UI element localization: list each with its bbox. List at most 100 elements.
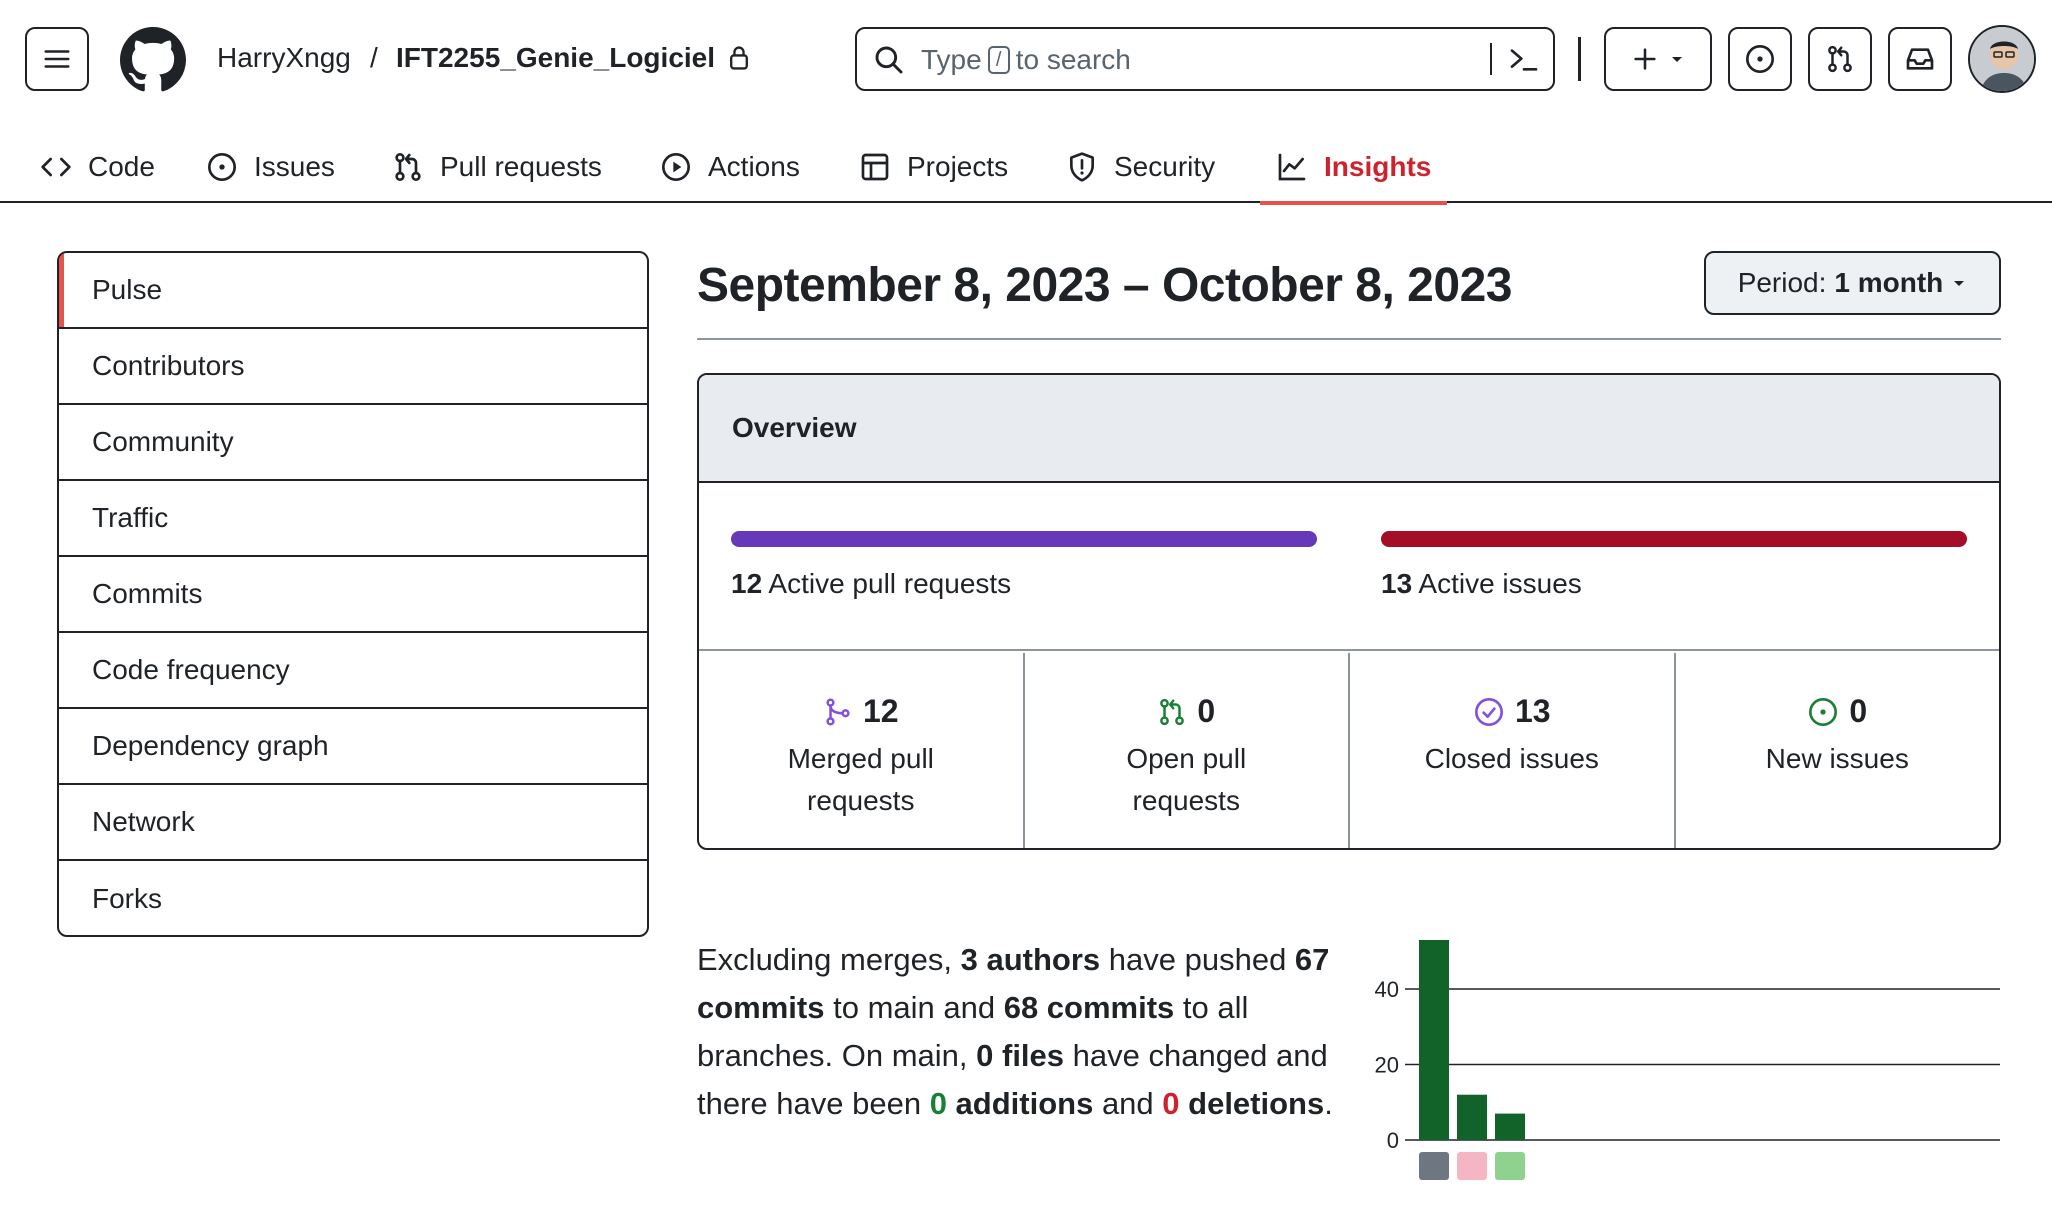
command-palette-icon[interactable] <box>1507 44 1541 76</box>
summary-additions-count: 0 <box>929 1086 947 1121</box>
stat-label: Merged pull requests <box>787 743 934 816</box>
sidebar-item-network[interactable]: Network <box>59 785 647 861</box>
insights-sidebar: Pulse Contributors Community Traffic Com… <box>57 251 649 937</box>
search-divider <box>1490 43 1492 75</box>
user-avatar[interactable] <box>1968 25 2036 93</box>
active-issues-label: Active issues <box>1418 568 1582 599</box>
git-pull-request-icon <box>1828 45 1852 73</box>
issues-button[interactable] <box>1728 27 1792 91</box>
active-issues-summary[interactable]: 13 Active issues <box>1381 568 1582 600</box>
period-value: 1 month <box>1834 267 1944 298</box>
stat-label: New issues <box>1765 743 1909 774</box>
plus-icon <box>1634 48 1656 70</box>
issue-opened-icon <box>1809 697 1838 726</box>
active-prs-label: Active pull requests <box>768 568 1012 599</box>
author-avatar <box>1419 1152 1449 1180</box>
stat-value: 13 <box>1514 693 1551 729</box>
sidebar-item-traffic[interactable]: Traffic <box>59 481 647 557</box>
issue-opened-icon <box>208 152 236 181</box>
chart-bar <box>1457 1094 1487 1140</box>
summary-text: Excluding merges, <box>697 942 961 977</box>
create-new-button[interactable] <box>1604 27 1712 91</box>
overview-box: Overview 12 Merged pull requests 0 Open … <box>697 373 2001 850</box>
triangle-down-icon <box>1672 57 1682 62</box>
overview-bars <box>699 483 1999 651</box>
repo-owner-link[interactable]: HarryXngg <box>217 42 351 74</box>
play-icon <box>662 152 690 181</box>
stat-closed-issues[interactable]: 13 Closed issues <box>1350 653 1676 848</box>
chart-tick-label: 20 <box>1375 1053 1399 1078</box>
tab-issues[interactable]: Issues <box>190 130 351 203</box>
pull-requests-button[interactable] <box>1808 27 1872 91</box>
period-label: Period: <box>1737 267 1827 298</box>
summary-files: 0 files <box>976 1038 1065 1073</box>
sidebar-item-code-frequency[interactable]: Code frequency <box>59 633 647 709</box>
active-prs-bar[interactable] <box>731 531 1317 547</box>
issue-opened-icon <box>1746 45 1774 73</box>
author-avatar <box>1457 1152 1487 1180</box>
summary-text: . <box>1324 1086 1333 1121</box>
overview-header: Overview <box>699 375 1999 483</box>
sidebar-item-dependency-graph[interactable]: Dependency graph <box>59 709 647 785</box>
period-dropdown[interactable]: Period: 1 month <box>1704 251 2001 315</box>
header-divider <box>1578 37 1581 81</box>
git-pull-request-icon <box>1160 698 1185 725</box>
chart-bar <box>1495 1113 1525 1140</box>
tab-security-label: Security <box>1114 150 1216 182</box>
title-divider <box>697 338 2001 340</box>
shield-icon <box>1070 151 1094 182</box>
tab-actions[interactable]: Actions <box>644 130 816 203</box>
sidebar-item-commits[interactable]: Commits <box>59 557 647 633</box>
chart-bar <box>1419 940 1449 1140</box>
chart-tick-label: 40 <box>1375 977 1399 1002</box>
git-pull-request-icon <box>395 152 421 181</box>
author-avatar <box>1495 1152 1525 1180</box>
tab-projects-label: Projects <box>907 150 1009 182</box>
active-issues-bar[interactable] <box>1381 531 1967 547</box>
tab-insights-label: Insights <box>1324 150 1432 182</box>
commit-summary: Excluding merges, 3 authors have pushed … <box>697 936 1337 1128</box>
sidebar-item-label: Commits <box>92 578 203 609</box>
menu-button[interactable] <box>25 27 89 91</box>
inbox-button[interactable] <box>1888 27 1952 91</box>
sidebar-item-label: Dependency graph <box>92 730 329 761</box>
sidebar-item-contributors[interactable]: Contributors <box>59 329 647 405</box>
active-prs-count: 12 <box>731 568 763 599</box>
summary-additions-label: additions <box>946 1086 1094 1121</box>
tab-projects[interactable]: Projects <box>843 130 1024 203</box>
tab-code[interactable]: Code <box>24 130 171 203</box>
search-placeholder-suffix: to search <box>1015 44 1131 75</box>
summary-deletions-count: 0 <box>1162 1086 1180 1121</box>
search-input[interactable]: Type / to search <box>855 27 1555 91</box>
sidebar-item-label: Code frequency <box>92 654 290 685</box>
repo-name-link[interactable]: IFT2255_Genie_Logiciel <box>396 42 715 74</box>
stat-value: 12 <box>862 693 899 729</box>
active-prs-summary[interactable]: 12 Active pull requests <box>731 568 1011 600</box>
graph-icon <box>1278 153 1306 180</box>
stat-value: 0 <box>1849 693 1868 729</box>
page-title: September 8, 2023 – October 8, 2023 <box>697 259 1512 312</box>
stat-value: 0 <box>1197 693 1216 729</box>
global-header: HarryXngg / IFT2255_Genie_Logiciel Type … <box>0 0 2052 205</box>
sidebar-item-forks[interactable]: Forks <box>59 861 647 935</box>
tab-insights[interactable]: Insights <box>1260 130 1448 205</box>
sidebar-item-pulse[interactable]: Pulse <box>59 253 647 329</box>
tab-security[interactable]: Security <box>1050 130 1231 203</box>
summary-deletions-label: deletions <box>1179 1086 1325 1121</box>
stat-merged-prs[interactable]: 12 Merged pull requests <box>699 653 1025 848</box>
sidebar-item-community[interactable]: Community <box>59 405 647 481</box>
stat-new-issues[interactable]: 0 New issues <box>1676 653 2000 848</box>
sidebar-item-label: Forks <box>92 883 162 914</box>
table-icon <box>861 153 889 180</box>
repo-nav-tabs: Code Issues Pull requests Actions Projec… <box>0 130 1500 205</box>
tab-issues-label: Issues <box>254 150 335 182</box>
commits-by-author-chart: 0 20 40 <box>1375 940 2000 1180</box>
breadcrumb-separator: / <box>370 42 378 73</box>
stat-open-prs[interactable]: 0 Open pull requests <box>1025 653 1350 848</box>
summary-authors: 3 authors <box>960 942 1101 977</box>
tab-pull-requests[interactable]: Pull requests <box>376 130 618 203</box>
code-icon <box>41 157 71 176</box>
search-placeholder: Type / to search <box>921 44 1131 76</box>
github-logo-icon[interactable] <box>120 27 186 93</box>
avatar-portrait-icon <box>1970 27 2034 91</box>
